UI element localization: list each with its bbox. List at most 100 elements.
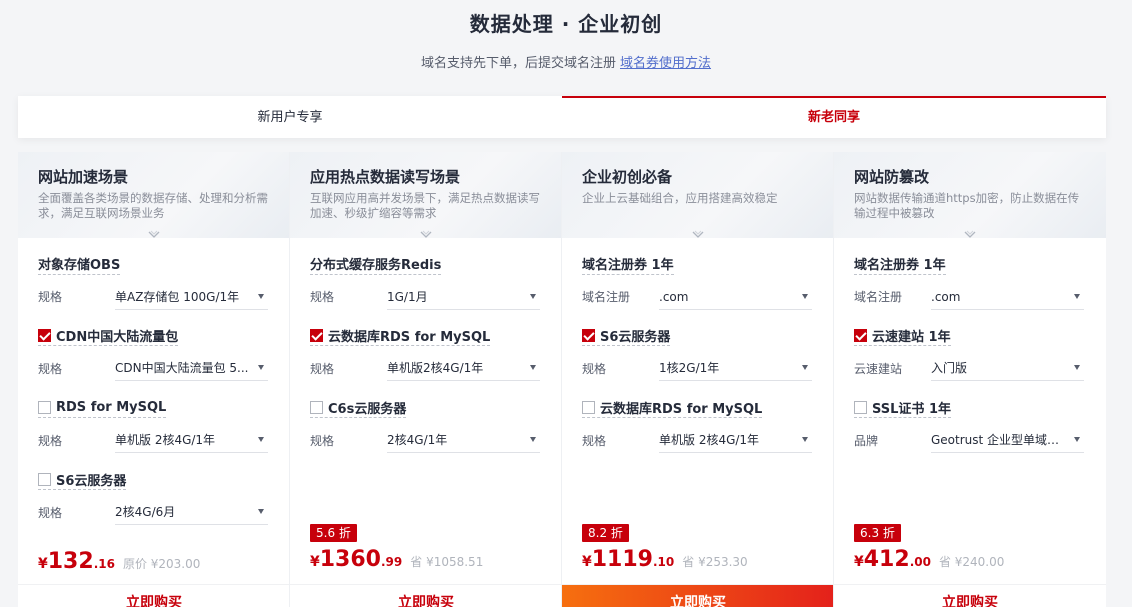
spec-select[interactable]: 单机版2核4G/1年	[387, 355, 540, 381]
spec-row: 域名注册 .com	[854, 283, 1086, 311]
spec-label: 规格	[38, 290, 63, 304]
product-item: 域名注册券 1年域名注册 .com	[854, 254, 1086, 326]
checkbox-checked[interactable]	[310, 328, 323, 342]
product-name-label: 域名注册券 1年	[582, 258, 674, 273]
caret-down-icon	[530, 293, 536, 299]
spec-row: 规格 单机版2核4G/1年	[310, 354, 541, 382]
spec-select[interactable]: .com	[659, 284, 812, 310]
spec-label: 品牌	[854, 433, 879, 448]
price-decimal: .10	[652, 555, 675, 569]
product-name-label: S6云服务器	[56, 473, 127, 489]
product-item: 云速建站 1年云速建站 入门版	[854, 326, 1086, 398]
spec-row: 规格 CDN中国大陆流量包 5...	[38, 354, 269, 382]
spec-select[interactable]: 入门版	[931, 355, 1084, 381]
spec-value: Geotrust 企业型单域名...	[931, 433, 1071, 447]
spec-select[interactable]: 2核4G/1年	[387, 427, 540, 453]
spec-label: 规格	[582, 433, 607, 448]
product-name-label: 云数据库RDS for MySQL	[600, 401, 763, 417]
spec-label: 域名注册	[582, 290, 631, 304]
price-integer: 412	[863, 547, 910, 572]
discount-badge: 8.2 折	[582, 524, 629, 542]
product-list: 对象存储OBS 规格 单AZ存储包 100G/1年 CDN中国大陆流量包 规格 CDN中国…	[18, 238, 289, 542]
spec-row: 云速建站 入门版	[854, 354, 1086, 382]
price: ¥1119.10 省 ¥253.30	[582, 547, 822, 572]
card-header: 企业初创必备企业上云基础组合，应用搭建高效稳定	[562, 152, 833, 238]
caret-down-icon	[258, 293, 264, 299]
caret-down-icon	[258, 365, 264, 370]
caret-down-icon	[258, 437, 264, 442]
spec-value: 1核2G/1年	[659, 361, 720, 375]
package-cards: 网站加速场景 全面覆盖各类场景的数据存储、处理和分析需求，满足互联网场景业务 对象存…	[18, 152, 1106, 607]
checkbox-checked[interactable]	[38, 328, 51, 342]
checkbox-checked[interactable]	[854, 328, 867, 342]
spec-row: 规格 1G/1月	[310, 283, 541, 311]
checkbox-unchecked[interactable]	[854, 400, 867, 414]
card-title: 应用热点数据读写场景	[310, 168, 461, 186]
spec-select[interactable]: 单AZ存储包 100G/1年	[115, 284, 268, 310]
price-area: ¥132.16 原价 ¥203.00	[38, 522, 278, 574]
checkbox-unchecked[interactable]	[38, 472, 51, 486]
caret-down-icon	[530, 437, 536, 442]
spec-value: CDN中国大陆流量包 5...	[115, 361, 249, 375]
buy-now-button[interactable]: 立即购买	[290, 584, 561, 607]
buy-now-button[interactable]: 立即购买	[562, 584, 833, 607]
product-list: 域名注册券 1年 域名注册 .com 云速建站 1年 云速建站 入门版 SSL证书 1年 品牌…	[834, 238, 1106, 470]
tab-new-user[interactable]: 新用户专享	[18, 96, 562, 138]
spec-select[interactable]: 单机版 2核4G/1年	[115, 427, 268, 453]
card-description: 企业上云基础组合，应用搭建高效稳定	[582, 191, 778, 205]
chevron-down-icon	[688, 230, 708, 244]
buy-now-button[interactable]: 立即购买	[834, 584, 1106, 607]
checkbox-unchecked[interactable]	[310, 400, 323, 414]
spec-value: 单AZ存储包 100G/1年	[115, 289, 240, 304]
spec-label: 规格	[310, 361, 335, 376]
spec-select[interactable]: 1G/1月	[387, 284, 540, 310]
price: ¥132.16 原价 ¥203.00	[38, 549, 278, 574]
spec-select[interactable]: CDN中国大陆流量包 5...	[115, 355, 268, 381]
spec-value: 1G/1月	[387, 289, 428, 304]
spec-value: 单机版2核4G/1年	[387, 361, 484, 375]
card-header: 应用热点数据读写场景 互联网应用高并发场景下，满足热点数据读写加速、秒级扩缩容等需…	[290, 152, 561, 238]
product-name-label: 域名注册券 1年	[854, 258, 946, 273]
product-name: 云速建站 1年	[854, 326, 951, 346]
spec-label: 规格	[38, 433, 63, 448]
spec-select[interactable]: .com	[931, 284, 1084, 310]
spec-select[interactable]: 单机版 2核4G/1年	[659, 427, 812, 453]
coupon-usage-link[interactable]: 域名券使用方法	[620, 56, 711, 71]
checkbox-unchecked[interactable]	[38, 400, 51, 414]
product-name: C6s云服务器	[310, 398, 407, 418]
caret-down-icon	[530, 365, 536, 370]
tab-all-users[interactable]: 新老同享	[562, 96, 1106, 138]
checkbox-checked[interactable]	[582, 328, 595, 342]
buy-now-button[interactable]: 立即购买	[18, 584, 289, 607]
spec-value: .com	[659, 289, 689, 304]
caret-down-icon	[802, 365, 808, 370]
discount-badge: 6.3 折	[854, 524, 901, 542]
price-area: 6.3 折 ¥412.00 省 ¥240.00	[854, 522, 1094, 572]
product-list: 分布式缓存服务Redis 规格 1G/1月 云数据库RDS for MySQL 规格 单机…	[290, 238, 561, 470]
product-name: 域名注册券 1年	[582, 255, 674, 275]
product-item: 分布式缓存服务Redis 规格 1G/1月	[310, 254, 541, 326]
product-name-label: 分布式缓存服务Redis	[310, 258, 442, 273]
spec-row: 规格 单机版 2核4G/1年	[38, 426, 269, 454]
chevron-down-icon	[960, 230, 980, 244]
spec-label: 规格	[310, 290, 335, 304]
product-item: 云数据库RDS for MySQL 规格 单机版2核4G/1年	[310, 326, 541, 398]
page-title: 数据处理 · 企业初创	[469, 12, 663, 36]
spec-value: 单机版 2核4G/1年	[115, 433, 216, 447]
card-title: 企业初创必备	[582, 168, 673, 186]
original-price: 省 ¥1058.51	[410, 555, 484, 569]
product-item: 域名注册券 1年 域名注册 .com	[582, 254, 813, 326]
spec-select[interactable]: Geotrust 企业型单域名...	[931, 427, 1084, 453]
checkbox-unchecked[interactable]	[582, 400, 595, 414]
product-item: CDN中国大陆流量包规格 CDN中国大陆流量包 5...	[38, 326, 269, 398]
product-item: 对象存储OBS 规格 单AZ存储包 100G/1年	[38, 254, 269, 326]
spec-value: 单机版 2核4G/1年	[659, 433, 760, 447]
spec-select[interactable]: 1核2G/1年	[659, 355, 812, 381]
currency-symbol: ¥	[310, 554, 320, 570]
product-name-label: CDN中国大陆流量包	[56, 329, 179, 345]
spec-value: 入门版	[931, 361, 968, 375]
caret-down-icon	[802, 293, 808, 299]
price-integer: 132	[47, 549, 94, 574]
price-decimal: .99	[380, 555, 403, 569]
package-card: 企业初创必备 企业上云基础组合，应用搭建高效稳定 域名注册券 1年 域名注册 .com S…	[562, 152, 834, 607]
